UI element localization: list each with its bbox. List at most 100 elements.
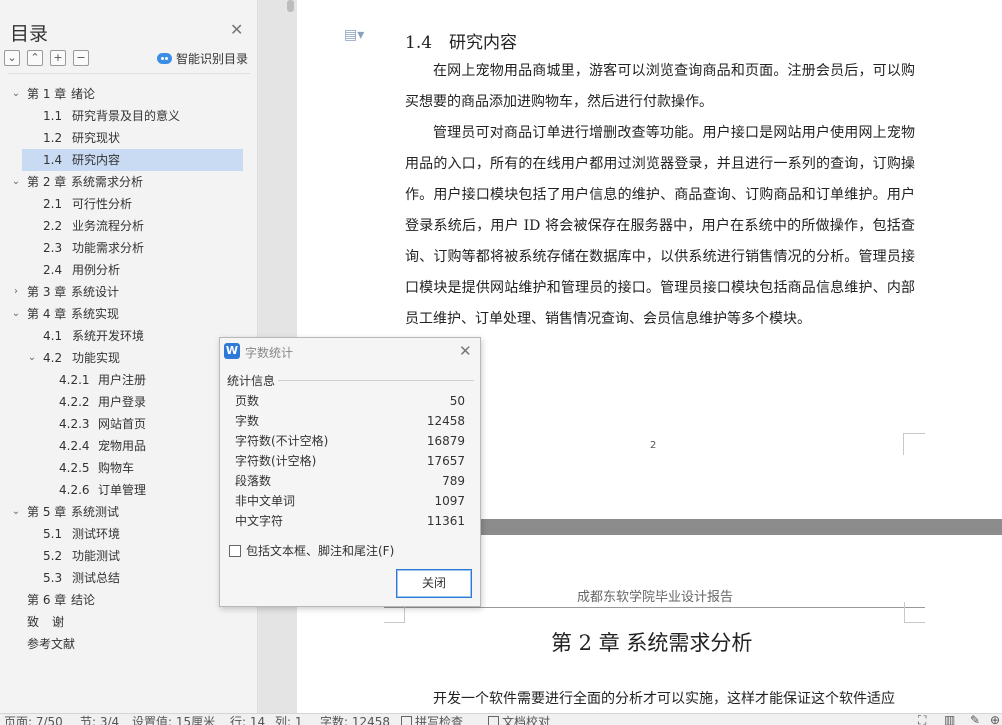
toc-item[interactable]: 2.3 功能需求分析 bbox=[0, 237, 258, 259]
stat-value: 1097 bbox=[434, 494, 465, 508]
smart-toc-button[interactable]: 智能识别目录 bbox=[157, 50, 248, 67]
proofread-button[interactable]: 文档校对 bbox=[488, 714, 551, 725]
paragraph: 在网上宠物用品商城里，游客可以浏览查询商品和页面。注册会员后，可以购买想要的商品… bbox=[405, 63, 915, 110]
toc-item[interactable]: › 第 3 章系统设计 bbox=[0, 281, 258, 303]
stat-label: 字符数(不计空格) bbox=[235, 434, 329, 448]
toc-item[interactable]: 1.4 研究内容 bbox=[0, 149, 258, 171]
toc-item-number: 第 1 章 bbox=[27, 87, 67, 101]
toc-item-label: 谢 bbox=[52, 615, 65, 629]
stat-row: 段落数 789 bbox=[235, 471, 465, 491]
toc-item[interactable]: 1.1 研究背景及目的意义 bbox=[0, 105, 258, 127]
toc-item-number: 5.1 bbox=[43, 527, 63, 541]
toc-item-number: 致 bbox=[27, 615, 40, 629]
section-heading: 1.4 研究内容 bbox=[405, 33, 518, 53]
sidebar-divider bbox=[8, 73, 250, 74]
status-bar: 页面: 7/50 节: 3/4 设置值: 15厘米 行: 14 列: 1 字数:… bbox=[0, 713, 1002, 725]
toc-item[interactable]: ⌄ 第 1 章绪论 bbox=[0, 83, 258, 105]
status-row: 行: 14 bbox=[230, 715, 266, 725]
chevron-down-icon[interactable]: ⌄ bbox=[11, 171, 21, 193]
chevron-down-icon[interactable]: ⌄ bbox=[11, 501, 21, 523]
chevron-down-icon[interactable]: ⌄ bbox=[11, 83, 21, 105]
spell-check-button[interactable]: 拼写检查 bbox=[401, 714, 464, 725]
margin-mark bbox=[903, 433, 925, 455]
toc-item-label: 系统需求分析 bbox=[71, 175, 144, 189]
toc-item-number: 1.4 bbox=[43, 153, 63, 167]
toc-item-label: 网站首页 bbox=[98, 417, 147, 431]
toc-item-label: 系统开发环境 bbox=[72, 329, 145, 343]
toc-item-label: 订单管理 bbox=[98, 483, 147, 497]
header-rule bbox=[384, 607, 925, 608]
expand-up-icon[interactable]: ⌃ bbox=[27, 50, 43, 66]
toc-item-number: 4.2.2 bbox=[59, 395, 90, 409]
toc-item-number: 4.2 bbox=[43, 351, 63, 365]
toc-item[interactable]: ⌄ 第 2 章系统需求分析 bbox=[0, 171, 258, 193]
proofread-label: 文档校对 bbox=[502, 715, 551, 725]
toc-item[interactable]: 参考文献 bbox=[0, 633, 258, 655]
smart-toc-label: 智能识别目录 bbox=[176, 52, 249, 66]
stat-label: 非中文单词 bbox=[235, 494, 296, 508]
paragraph: 开发一个软件需要进行全面的分析才可以实施，这样才能保证这个软件适应 bbox=[433, 691, 895, 707]
status-word-count[interactable]: 字数: 12458 bbox=[320, 714, 390, 725]
chevron-down-icon[interactable]: ⌄ bbox=[11, 303, 21, 325]
include-textbox-checkbox[interactable]: 包括文本框、脚注和尾注(F) bbox=[229, 542, 394, 559]
chevron-right-icon[interactable]: › bbox=[11, 281, 21, 303]
stat-row: 字符数(不计空格) 16879 bbox=[235, 431, 465, 451]
sidebar-close-icon[interactable]: ✕ bbox=[230, 22, 243, 38]
toc-item-number: 第 3 章 bbox=[27, 285, 67, 299]
toc-item-label: 系统测试 bbox=[71, 505, 120, 519]
stat-row: 非中文单词 1097 bbox=[235, 491, 465, 511]
stat-value: 789 bbox=[442, 474, 465, 488]
spell-check-label: 拼写检查 bbox=[415, 715, 464, 725]
toc-item-label: 研究背景及目的意义 bbox=[72, 109, 181, 123]
sidebar-scrollbar[interactable] bbox=[287, 0, 294, 12]
page-header: 成都东软学院毕业设计报告 bbox=[577, 590, 734, 605]
status-section: 节: 3/4 bbox=[80, 715, 120, 725]
edit-mode-icon[interactable]: ✎ bbox=[970, 714, 980, 725]
toc-item-number: 2.1 bbox=[43, 197, 63, 211]
toc-item-label: 用户注册 bbox=[98, 373, 147, 387]
toc-item-number: 2.4 bbox=[43, 263, 63, 277]
toc-item[interactable]: 2.4 用例分析 bbox=[0, 259, 258, 281]
toc-item-label: 系统实现 bbox=[71, 307, 120, 321]
read-mode-icon[interactable]: ▥ bbox=[944, 714, 955, 725]
close-button[interactable]: 关闭 bbox=[396, 569, 472, 598]
stats-list: 页数 50 字数 12458 字符数(不计空格) 16879 字符数(计空格) 17657 段落… bbox=[235, 391, 465, 531]
stat-label: 段落数 bbox=[235, 474, 272, 488]
toc-item-number: 2.3 bbox=[43, 241, 63, 255]
doc-options-icon[interactable]: ▤▾ bbox=[344, 27, 364, 43]
web-layout-icon[interactable]: ⊕ bbox=[990, 714, 1000, 725]
fullscreen-icon[interactable]: ⛶ bbox=[918, 714, 926, 725]
sidebar-toolbar: ⌄ ⌃ + − bbox=[4, 50, 89, 66]
toc-item[interactable]: 致谢 bbox=[0, 611, 258, 633]
collapse-all-icon[interactable]: ⌄ bbox=[4, 50, 20, 66]
toc-item-number: 第 4 章 bbox=[27, 307, 67, 321]
toc-item[interactable]: 2.1 可行性分析 bbox=[0, 193, 258, 215]
chevron-down-icon[interactable]: ⌄ bbox=[27, 347, 37, 369]
stats-section-title: 统计信息 bbox=[227, 374, 276, 388]
dialog-close-icon[interactable]: ✕ bbox=[459, 342, 472, 360]
toc-item-label: 功能测试 bbox=[72, 549, 121, 563]
spell-check-icon bbox=[401, 716, 412, 725]
word-count-dialog: W 字数统计 ✕ 统计信息 页数 50 字数 12458 字符数(不计空格) 16879 字… bbox=[219, 337, 481, 607]
page-number: 2 bbox=[650, 440, 657, 451]
stat-label: 页数 bbox=[235, 394, 260, 408]
toc-item-number: 1.1 bbox=[43, 109, 63, 123]
proofread-icon bbox=[488, 716, 499, 725]
toc-item[interactable]: 1.2 研究现状 bbox=[0, 127, 258, 149]
stat-row: 字数 12458 bbox=[235, 411, 465, 431]
toc-item-number: 4.2.4 bbox=[59, 439, 90, 453]
status-setting: 设置值: 15厘米 bbox=[132, 715, 216, 725]
toc-item-number: 2.2 bbox=[43, 219, 63, 233]
stat-label: 字数 bbox=[235, 414, 260, 428]
remove-heading-icon[interactable]: − bbox=[73, 50, 89, 66]
status-page[interactable]: 页面: 7/50 bbox=[4, 714, 63, 725]
paragraph: 管理员可对商品订单进行增删改查等功能。用户接口是网站用户使用网上宠物用品的入口，… bbox=[405, 125, 915, 327]
checkbox-box[interactable] bbox=[229, 544, 241, 557]
add-heading-icon[interactable]: + bbox=[50, 50, 66, 66]
toc-item[interactable]: ⌄ 第 4 章系统实现 bbox=[0, 303, 258, 325]
toc-item-number: 4.2.6 bbox=[59, 483, 90, 497]
toc-item-number: 1.2 bbox=[43, 131, 63, 145]
toc-item[interactable]: 2.2 业务流程分析 bbox=[0, 215, 258, 237]
toc-item-label: 研究现状 bbox=[72, 131, 121, 145]
toc-item-label: 功能需求分析 bbox=[72, 241, 145, 255]
